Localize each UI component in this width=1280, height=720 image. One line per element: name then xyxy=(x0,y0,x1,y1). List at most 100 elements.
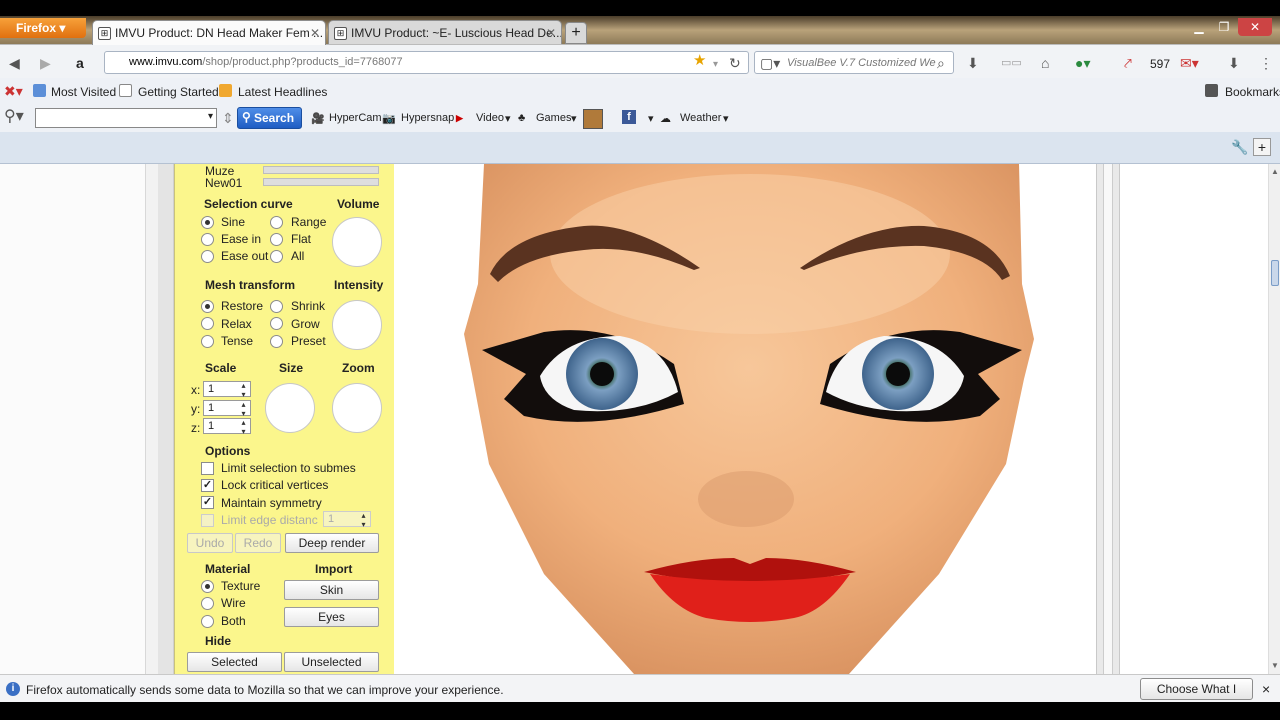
forehead-highlight xyxy=(550,174,950,334)
vertical-scrollbar[interactable]: ▲ ▼ xyxy=(1268,164,1280,674)
undo-button[interactable]: Undo xyxy=(187,533,233,553)
search-engine-icon[interactable]: ▢▾ xyxy=(760,56,780,70)
intensity-dial[interactable] xyxy=(332,300,382,350)
hide-unselected-button[interactable]: Unselected xyxy=(284,652,379,672)
radio-grow[interactable] xyxy=(270,317,283,330)
toolbar-search-input[interactable]: ▾ xyxy=(35,108,217,128)
limit-selection-checkbox[interactable] xyxy=(201,462,214,475)
option-label: Grow xyxy=(291,317,320,331)
bookmarks-menu[interactable]: Bookmarks xyxy=(1225,85,1280,99)
url-bar[interactable]: www.imvu.com/shop/product.php?products_i… xyxy=(104,51,749,74)
toolbar-hypercam[interactable]: HyperCam xyxy=(329,112,382,124)
size-dial[interactable] xyxy=(265,383,315,433)
amazon-icon[interactable]: a xyxy=(76,56,84,70)
reload-icon[interactable]: ↻ xyxy=(729,56,741,70)
home-icon[interactable]: ⌂ xyxy=(1041,56,1049,70)
radio-texture[interactable] xyxy=(201,580,214,593)
new-tab-button[interactable]: + xyxy=(565,22,587,44)
maintain-symmetry-checkbox[interactable]: ✓ xyxy=(201,496,214,509)
tab-imvu-luscious-head[interactable]: ⊞ IMVU Product: ~E- Luscious Head De... … xyxy=(328,20,562,45)
close-icon[interactable]: × xyxy=(1262,681,1270,697)
dropdown-icon[interactable]: ▾ xyxy=(713,58,718,72)
star-icon[interactable]: ★ xyxy=(693,53,706,68)
option-label: Lock critical vertices xyxy=(221,478,329,492)
radio-both[interactable] xyxy=(201,615,214,628)
head-maker-panel: Muze New01 Selection curve Volume Sine E… xyxy=(174,164,394,674)
menu-icon[interactable]: ⋮ xyxy=(1259,56,1273,70)
radio-flat[interactable] xyxy=(270,233,283,246)
deep-render-button[interactable]: Deep render xyxy=(285,533,379,553)
option-label: Ease in xyxy=(221,232,262,246)
radio-shrink[interactable] xyxy=(270,300,283,313)
addon-icon[interactable]: ▭▭ xyxy=(1001,56,1022,70)
scroll-down-icon[interactable]: ▼ xyxy=(1271,661,1279,670)
scale-z-stepper[interactable]: 1 xyxy=(203,418,251,436)
scale-x-stepper[interactable]: 1 xyxy=(203,381,251,399)
chevron-down-icon: ▾ xyxy=(571,113,577,125)
tab-imvu-dn-head[interactable]: ⊞ IMVU Product: DN Head Maker Fem ... ✕ xyxy=(92,20,326,45)
scroll-up-icon[interactable]: ▲ xyxy=(1271,167,1279,176)
save-icon[interactable]: ⬇ xyxy=(1228,56,1240,70)
lock-vertices-checkbox[interactable]: ✓ xyxy=(201,479,214,492)
radio-relax[interactable] xyxy=(201,317,214,330)
firefox-menu-button[interactable]: Firefox ▾ xyxy=(0,18,86,38)
radio-all[interactable] xyxy=(270,250,283,263)
wrench-icon[interactable]: 🔧 xyxy=(1231,140,1248,154)
tab-close-icon[interactable]: ✕ xyxy=(310,26,320,40)
minimize-icon[interactable]: ▁ xyxy=(1186,18,1212,36)
radio-sine[interactable] xyxy=(201,216,214,229)
option-label: Tense xyxy=(221,334,254,348)
inner-scrollbar[interactable] xyxy=(1103,164,1113,674)
noscript-icon[interactable]: ✖▾ xyxy=(4,84,23,98)
choose-what-i-share-button[interactable]: Choose What I Share xyxy=(1140,678,1253,716)
info-icon: i xyxy=(6,682,20,696)
bookmark-latest-headlines[interactable]: Latest Headlines xyxy=(238,85,327,99)
radio-restore[interactable] xyxy=(201,300,214,313)
forward-icon[interactable]: ▶ xyxy=(40,56,51,70)
add-panel-icon[interactable]: + xyxy=(1253,138,1271,156)
search-go-icon[interactable]: ⌕ xyxy=(937,56,945,70)
facebook-icon[interactable]: f xyxy=(622,110,636,124)
radio-ease-out[interactable] xyxy=(201,250,214,263)
morph-slider[interactable] xyxy=(263,166,379,174)
toolbar-video[interactable]: Video xyxy=(476,112,504,124)
toolbar-weather[interactable]: Weather xyxy=(680,112,721,124)
radio-ease-in[interactable] xyxy=(201,233,214,246)
scroll-thumb[interactable] xyxy=(1271,260,1279,286)
redo-button[interactable]: Redo xyxy=(235,533,281,553)
hide-title: Hide xyxy=(205,634,232,648)
toolbar-search-button[interactable]: ⚲ Search xyxy=(237,107,302,129)
download-icon[interactable]: ⬇ xyxy=(967,56,979,70)
hide-selected-button[interactable]: Selected xyxy=(187,652,282,672)
mail-icon[interactable]: ✉▾ xyxy=(1180,56,1199,70)
bookmark-most-visited[interactable]: Most Visited xyxy=(51,85,116,99)
limit-edge-checkbox[interactable] xyxy=(201,514,214,527)
radio-tense[interactable] xyxy=(201,335,214,348)
tab-close-icon[interactable]: ✕ xyxy=(546,26,556,40)
search-input[interactable]: VisualBee V.7 Customized We xyxy=(754,51,954,74)
head-3d-viewport[interactable] xyxy=(394,164,1096,674)
radio-range[interactable] xyxy=(270,216,283,229)
morph-slider[interactable] xyxy=(263,178,379,186)
toolbar-games[interactable]: Games xyxy=(536,112,571,124)
zoom-dial[interactable] xyxy=(332,383,382,433)
bookmark-getting-started[interactable]: Getting Started xyxy=(138,85,219,99)
toolbar-hypersnap[interactable]: Hypersnap xyxy=(401,112,454,124)
edge-distance-stepper[interactable]: 1 xyxy=(323,511,371,529)
nose-shadow xyxy=(698,471,794,527)
back-icon[interactable]: ◀ xyxy=(9,56,20,70)
axis-label: y: xyxy=(191,402,201,416)
size-label: Size xyxy=(279,361,304,375)
import-skin-button[interactable]: Skin xyxy=(284,580,379,600)
avatar[interactable] xyxy=(583,109,603,129)
magnifier-icon[interactable]: ⚲▾ xyxy=(4,109,24,125)
import-eyes-button[interactable]: Eyes xyxy=(284,607,379,627)
globe-icon[interactable]: ●▾ xyxy=(1075,56,1090,70)
radio-wire[interactable] xyxy=(201,597,214,610)
window-close-icon[interactable]: ✕ xyxy=(1238,18,1272,36)
scale-y-stepper[interactable]: 1 xyxy=(203,400,251,418)
radio-preset[interactable] xyxy=(270,335,283,348)
tracker-icon[interactable]: ⤤ xyxy=(1124,56,1132,70)
volume-dial[interactable] xyxy=(332,217,382,267)
maximize-icon[interactable]: ❐ xyxy=(1212,18,1236,36)
